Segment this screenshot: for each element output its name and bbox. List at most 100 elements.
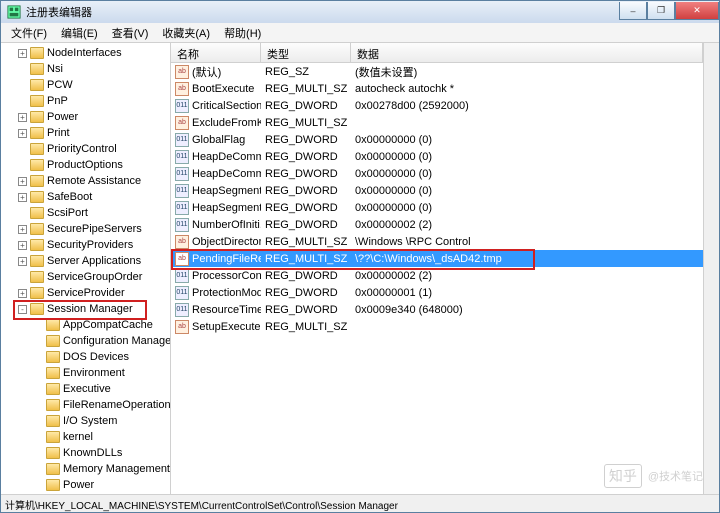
- value-row[interactable]: ab(默认)REG_SZ(数值未设置): [171, 63, 703, 80]
- maximize-button[interactable]: ❐: [647, 2, 675, 20]
- value-row[interactable]: 011ProcessorCont...REG_DWORD0x00000002 (…: [171, 267, 703, 284]
- tree-node[interactable]: Configuration Manager: [1, 333, 170, 349]
- tree-node[interactable]: KnownDLLs: [1, 445, 170, 461]
- value-row[interactable]: 011CriticalSection...REG_DWORD0x00278d00…: [171, 97, 703, 114]
- folder-icon: [46, 367, 60, 379]
- tree-node[interactable]: ProductOptions: [1, 157, 170, 173]
- menu-help[interactable]: 帮助(H): [218, 23, 267, 43]
- value-type: REG_MULTI_SZ: [261, 253, 351, 265]
- menu-edit[interactable]: 编辑(E): [55, 23, 104, 43]
- tree-node[interactable]: PnP: [1, 93, 170, 109]
- close-button[interactable]: ✕: [675, 2, 719, 20]
- menu-file[interactable]: 文件(F): [5, 23, 53, 43]
- tree-label: DOS Devices: [63, 351, 129, 363]
- value-rows[interactable]: ab(默认)REG_SZ(数值未设置)abBootExecuteREG_MULT…: [171, 63, 703, 494]
- value-row[interactable]: 011HeapDeComm...REG_DWORD0x00000000 (0): [171, 148, 703, 165]
- tree-node[interactable]: + NodeInterfaces: [1, 45, 170, 61]
- tree-label: I/O System: [63, 415, 117, 427]
- binary-value-icon: 011: [175, 184, 189, 198]
- tree-label: kernel: [63, 431, 93, 443]
- tree-node[interactable]: PCW: [1, 77, 170, 93]
- folder-icon: [46, 463, 60, 475]
- tree-node[interactable]: Power: [1, 477, 170, 493]
- menu-view[interactable]: 查看(V): [106, 23, 155, 43]
- expand-icon[interactable]: +: [18, 177, 27, 186]
- value-row[interactable]: 011HeapSegment...REG_DWORD0x00000000 (0): [171, 182, 703, 199]
- tree-spacer: [34, 353, 43, 362]
- tree-node[interactable]: -Session Manager: [1, 301, 170, 317]
- tree-node[interactable]: DOS Devices: [1, 349, 170, 365]
- value-row[interactable]: 011NumberOfIniti...REG_DWORD0x00000002 (…: [171, 216, 703, 233]
- col-name[interactable]: 名称: [171, 43, 261, 62]
- tree-label: PCW: [47, 79, 73, 91]
- tree-spacer: [18, 97, 27, 106]
- value-row[interactable]: abExcludeFromK...REG_MULTI_SZ: [171, 114, 703, 131]
- tree-node[interactable]: Memory Management: [1, 461, 170, 477]
- tree-label: ServiceProvider: [47, 287, 125, 299]
- col-type[interactable]: 类型: [261, 43, 351, 62]
- value-row[interactable]: abObjectDirector...REG_MULTI_SZ\Windows …: [171, 233, 703, 250]
- collapse-icon[interactable]: -: [18, 305, 27, 314]
- folder-icon: [30, 207, 44, 219]
- expand-icon[interactable]: +: [18, 257, 27, 266]
- folder-icon: [46, 479, 60, 491]
- value-row[interactable]: 011HeapSegment...REG_DWORD0x00000000 (0): [171, 199, 703, 216]
- tree-node[interactable]: AppCompatCache: [1, 317, 170, 333]
- value-row[interactable]: abPendingFileRe...REG_MULTI_SZ\??\C:\Win…: [171, 250, 703, 267]
- tree-node[interactable]: + ServiceProvider: [1, 285, 170, 301]
- value-data: 0x00000002 (2): [351, 219, 703, 231]
- menu-favorites[interactable]: 收藏夹(A): [156, 23, 216, 43]
- tree-node[interactable]: Nsi: [1, 61, 170, 77]
- tree-label: Environment: [63, 367, 125, 379]
- expand-icon[interactable]: +: [18, 113, 27, 122]
- expand-icon[interactable]: +: [18, 193, 27, 202]
- tree-node[interactable]: +Power: [1, 109, 170, 125]
- folder-icon: [30, 63, 44, 75]
- value-data: (数值未设置): [351, 64, 703, 80]
- tree-node[interactable]: PriorityControl: [1, 141, 170, 157]
- value-row[interactable]: 011GlobalFlagREG_DWORD0x00000000 (0): [171, 131, 703, 148]
- tree-node[interactable]: kernel: [1, 429, 170, 445]
- expand-icon[interactable]: +: [18, 49, 27, 58]
- tree-node[interactable]: FileRenameOperations: [1, 397, 170, 413]
- tree-label: FileRenameOperations: [63, 399, 171, 411]
- value-type: REG_SZ: [261, 66, 351, 78]
- value-row[interactable]: 011ResourceTime...REG_DWORD0x0009e340 (6…: [171, 301, 703, 318]
- tree-node[interactable]: ScsiPort: [1, 205, 170, 221]
- binary-value-icon: 011: [175, 167, 189, 181]
- tree-node[interactable]: +SecurePipeServers: [1, 221, 170, 237]
- value-data: 0x00278d00 (2592000): [351, 100, 703, 112]
- tree-label: NodeInterfaces: [47, 47, 122, 59]
- folder-icon: [46, 431, 60, 443]
- tree-spacer: [34, 369, 43, 378]
- tree-label: ScsiPort: [47, 207, 88, 219]
- minimize-button[interactable]: –: [619, 2, 647, 20]
- key-tree[interactable]: +NodeInterfacesNsiPCWPnP+Power+PrintPrio…: [1, 43, 171, 494]
- expand-icon[interactable]: +: [18, 225, 27, 234]
- value-row[interactable]: abBootExecuteREG_MULTI_SZautocheck autoc…: [171, 80, 703, 97]
- tree-node[interactable]: Environment: [1, 365, 170, 381]
- vertical-scrollbar[interactable]: [703, 43, 719, 494]
- value-row[interactable]: 011ProtectionModeREG_DWORD0x00000001 (1): [171, 284, 703, 301]
- value-row[interactable]: 011HeapDeComm...REG_DWORD0x00000000 (0): [171, 165, 703, 182]
- value-row[interactable]: abSetupExecuteREG_MULTI_SZ: [171, 318, 703, 335]
- tree-node[interactable]: Executive: [1, 381, 170, 397]
- value-name: (默认): [192, 64, 221, 80]
- value-type: REG_MULTI_SZ: [261, 117, 351, 129]
- expand-icon[interactable]: +: [18, 129, 27, 138]
- folder-icon: [30, 111, 44, 123]
- tree-node[interactable]: +Server Applications: [1, 253, 170, 269]
- folder-icon: [46, 383, 60, 395]
- tree-node[interactable]: +SecurityProviders: [1, 237, 170, 253]
- main-pane: +NodeInterfacesNsiPCWPnP+Power+PrintPrio…: [1, 43, 719, 494]
- tree-node[interactable]: +SafeBoot: [1, 189, 170, 205]
- tree-node[interactable]: ServiceGroupOrder: [1, 269, 170, 285]
- col-data[interactable]: 数据: [351, 43, 703, 62]
- expand-icon[interactable]: +: [18, 241, 27, 250]
- expand-icon[interactable]: +: [18, 289, 27, 298]
- value-name: HeapSegment...: [192, 185, 261, 197]
- tree-node[interactable]: I/O System: [1, 413, 170, 429]
- tree-node[interactable]: +Print: [1, 125, 170, 141]
- tree-spacer: [18, 209, 27, 218]
- tree-node[interactable]: +Remote Assistance: [1, 173, 170, 189]
